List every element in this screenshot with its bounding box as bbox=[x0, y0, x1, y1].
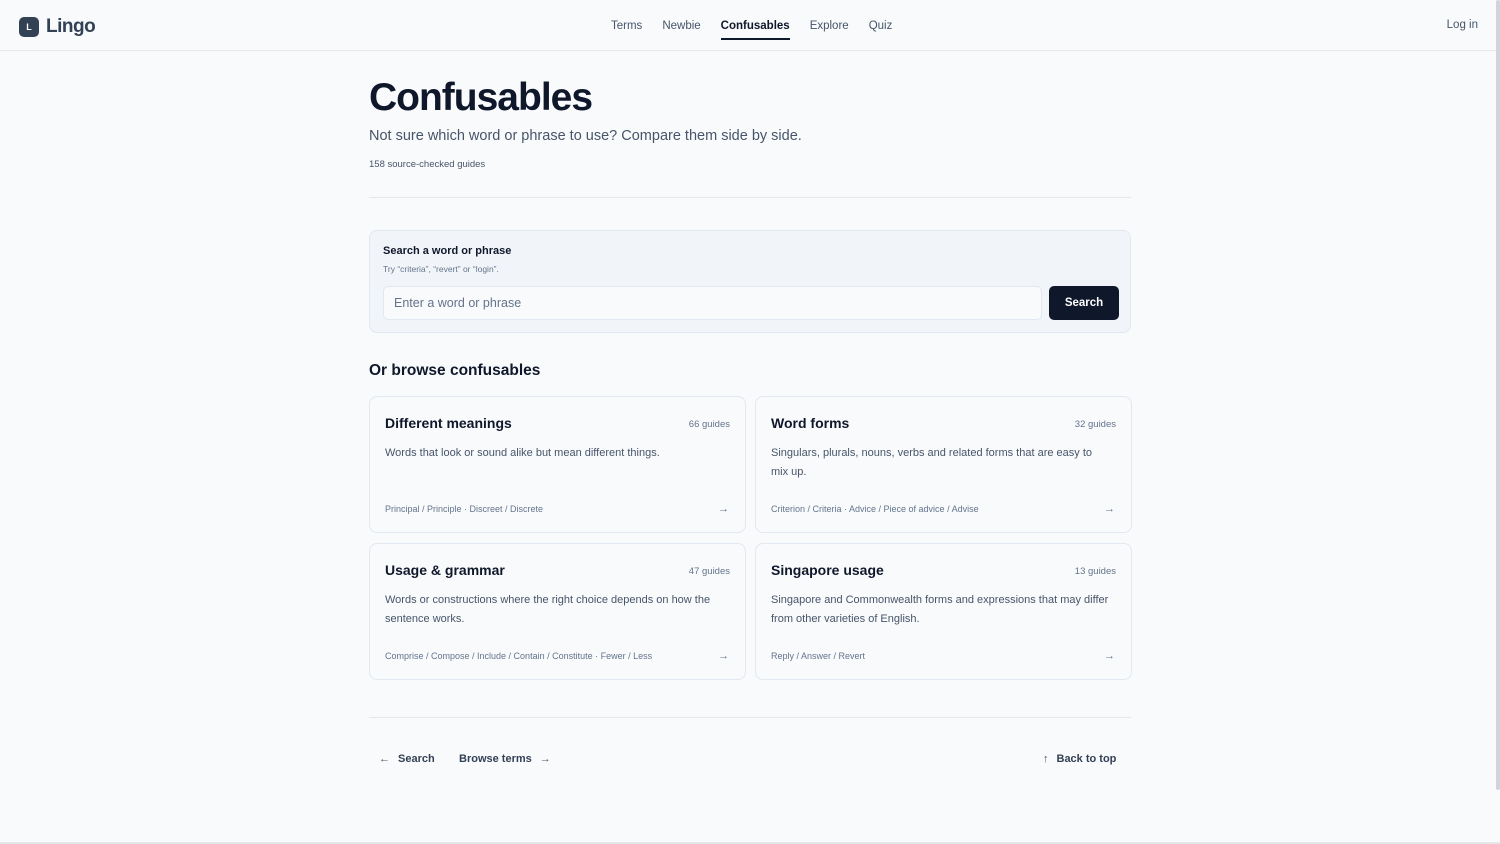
arrow-right-icon: → bbox=[1104, 650, 1115, 662]
card-description: Singulars, plurals, nouns, verbs and rel… bbox=[771, 447, 1093, 478]
divider bbox=[369, 717, 1131, 718]
card-examples: Principal / Principle · Discreet / Discr… bbox=[385, 504, 544, 514]
card-examples: Reply / Answer / Revert bbox=[771, 651, 866, 661]
search-hint: Try “criteria”, “revert” or “login”. bbox=[383, 264, 499, 274]
nav-quiz[interactable]: Quiz bbox=[869, 0, 893, 51]
scrollbar[interactable] bbox=[1496, 0, 1500, 790]
card-description: Words or constructions where the right c… bbox=[385, 594, 711, 625]
card-title: Singapore usage bbox=[771, 562, 884, 578]
search-input[interactable] bbox=[383, 286, 1042, 320]
browse-heading: Or browse confusables bbox=[369, 362, 541, 379]
card-description: Words that look or sound alike but mean … bbox=[385, 447, 660, 459]
page-title: Confusables bbox=[369, 76, 593, 119]
card-count: 13 guides bbox=[1074, 566, 1116, 577]
page-subtitle: Not sure which word or phrase to use? Co… bbox=[369, 128, 802, 144]
card-count: 47 guides bbox=[688, 566, 730, 577]
arrow-right-icon: → bbox=[539, 753, 551, 765]
card-count: 66 guides bbox=[688, 419, 730, 430]
card-different-meanings[interactable]: Different meanings 66 guides Words that … bbox=[369, 396, 746, 533]
card-count: 32 guides bbox=[1074, 419, 1116, 430]
search-label: Search a word or phrase bbox=[383, 245, 512, 257]
card-examples: Comprise / Compose / Include / Contain /… bbox=[385, 651, 653, 661]
nav-terms[interactable]: Terms bbox=[611, 0, 642, 51]
main-nav: Terms Newbie Confusables Explore Quiz bbox=[611, 0, 912, 51]
divider bbox=[369, 197, 1131, 198]
arrow-right-icon: → bbox=[718, 650, 729, 662]
logo[interactable]: L Lingo bbox=[19, 16, 96, 38]
arrow-up-icon: ↑ bbox=[1043, 753, 1049, 765]
nav-newbie[interactable]: Newbie bbox=[662, 0, 700, 51]
logo-text: Lingo bbox=[46, 16, 96, 37]
back-to-top-label: Back to top bbox=[1056, 753, 1117, 765]
guide-count: 158 source-checked guides bbox=[369, 159, 486, 170]
card-singapore-usage[interactable]: Singapore usage 13 guides Singapore and … bbox=[755, 543, 1132, 680]
nav-confusables[interactable]: Confusables bbox=[720, 0, 790, 51]
arrow-left-icon: ← bbox=[379, 753, 390, 765]
card-title: Word forms bbox=[771, 415, 850, 431]
back-to-search-label: Search bbox=[398, 753, 435, 765]
card-description: Singapore and Commonwealth forms and exp… bbox=[771, 594, 1109, 625]
search-card: Search a word or phrase Try “criteria”, … bbox=[369, 230, 1131, 333]
browse-terms-label: Browse terms bbox=[459, 753, 532, 765]
logo-mark-icon: L bbox=[19, 17, 39, 37]
card-examples: Criterion / Criteria · Advice / Piece of… bbox=[771, 504, 979, 514]
card-word-forms[interactable]: Word forms 32 guides Singulars, plurals,… bbox=[755, 396, 1132, 533]
browse-terms-link[interactable]: Browse terms → bbox=[459, 753, 551, 765]
top-header: L Lingo Terms Newbie Confusables Explore… bbox=[0, 0, 1500, 51]
search-button[interactable]: Search bbox=[1049, 286, 1119, 320]
arrow-right-icon: → bbox=[718, 503, 729, 515]
arrow-right-icon: → bbox=[1104, 503, 1115, 515]
card-title: Different meanings bbox=[385, 415, 512, 431]
login-link[interactable]: Log in bbox=[1447, 19, 1478, 31]
back-to-search-link[interactable]: ← Search bbox=[379, 753, 435, 765]
back-to-top-link[interactable]: ↑ Back to top bbox=[1043, 753, 1116, 765]
card-title: Usage & grammar bbox=[385, 562, 505, 578]
nav-explore[interactable]: Explore bbox=[810, 0, 849, 51]
card-usage-grammar[interactable]: Usage & grammar 47 guides Words or const… bbox=[369, 543, 746, 680]
